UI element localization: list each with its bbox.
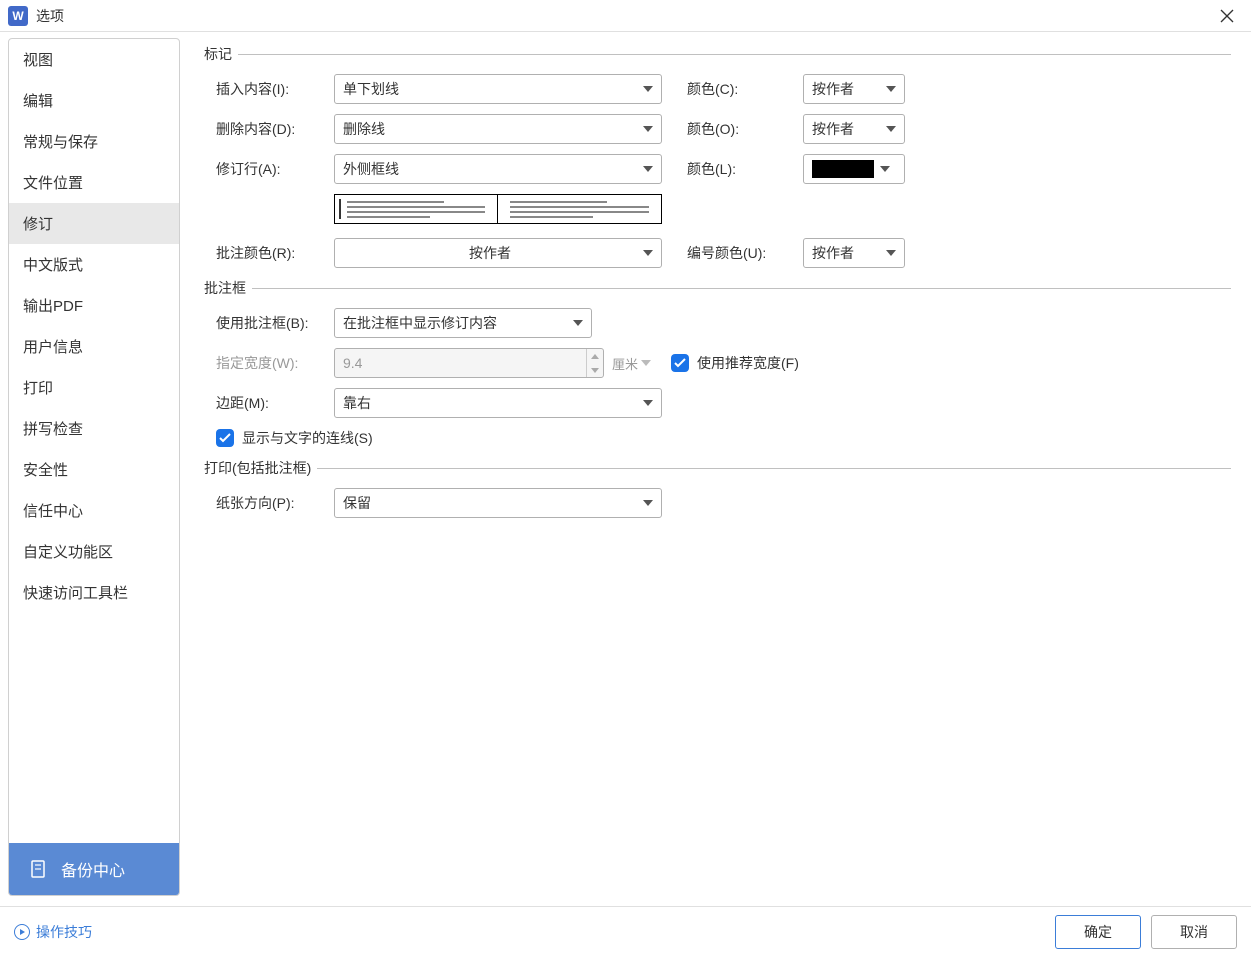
- close-icon: [1220, 9, 1234, 23]
- divider: [252, 288, 1231, 289]
- select-value: 按作者: [812, 79, 880, 99]
- app-icon: W: [8, 6, 28, 26]
- select-value: 在批注框中显示修订内容: [343, 313, 567, 333]
- sidebar-item-view[interactable]: 视图: [9, 39, 179, 80]
- use-balloon-select[interactable]: 在批注框中显示修订内容: [334, 308, 592, 338]
- chevron-down-icon: [886, 250, 896, 256]
- backup-center-label: 备份中心: [61, 857, 125, 881]
- show-lines-label: 显示与文字的连线(S): [242, 428, 373, 448]
- show-lines-checkbox[interactable]: [216, 429, 234, 447]
- sidebar-item-quick-access[interactable]: 快速访问工具栏: [9, 572, 179, 613]
- titlebar: W 选项: [0, 0, 1251, 32]
- insert-content-label: 插入内容(I):: [216, 79, 334, 99]
- select-value: 按作者: [812, 243, 880, 263]
- chevron-down-icon: [643, 166, 653, 172]
- comment-color-select[interactable]: 按作者: [334, 238, 662, 268]
- check-icon: [674, 358, 686, 368]
- divider: [238, 54, 1231, 55]
- sidebar-item-print[interactable]: 打印: [9, 367, 179, 408]
- use-recommended-width-label: 使用推荐宽度(F): [697, 353, 799, 373]
- sidebar-item-general-save[interactable]: 常规与保存: [9, 121, 179, 162]
- width-unit-select: 厘米: [608, 348, 656, 378]
- section-balloon-header: 批注框: [204, 278, 1231, 298]
- chevron-down-icon: [880, 166, 890, 172]
- sidebar-item-security[interactable]: 安全性: [9, 449, 179, 490]
- select-value: 单下划线: [343, 79, 637, 99]
- spinner-up: [587, 349, 603, 363]
- divider: [317, 468, 1231, 469]
- chevron-down-icon: [643, 86, 653, 92]
- spinner-down: [587, 363, 603, 377]
- revision-line-color-select[interactable]: [803, 154, 905, 184]
- chevron-down-icon: [643, 500, 653, 506]
- orientation-label: 纸张方向(P):: [216, 493, 334, 513]
- sidebar-item-spellcheck[interactable]: 拼写检查: [9, 408, 179, 449]
- comment-color-label: 批注颜色(R):: [216, 243, 334, 263]
- revision-line-label: 修订行(A):: [216, 159, 334, 179]
- chevron-down-icon: [886, 126, 896, 132]
- select-value: 删除线: [343, 119, 637, 139]
- ok-button[interactable]: 确定: [1055, 915, 1141, 949]
- tips-link[interactable]: 操作技巧: [14, 922, 92, 942]
- delete-color-select[interactable]: 按作者: [803, 114, 905, 144]
- sidebar-item-chinese-layout[interactable]: 中文版式: [9, 244, 179, 285]
- section-balloon-title: 批注框: [204, 278, 246, 298]
- sidebar-item-user-info[interactable]: 用户信息: [9, 326, 179, 367]
- chevron-down-icon: [643, 250, 653, 256]
- width-spinner: 9.4: [334, 348, 604, 378]
- close-button[interactable]: [1211, 2, 1243, 30]
- width-label: 指定宽度(W):: [216, 353, 334, 373]
- chevron-down-icon: [641, 360, 651, 366]
- revision-line-select[interactable]: 外侧框线: [334, 154, 662, 184]
- delete-content-label: 删除内容(D):: [216, 119, 334, 139]
- preview-left: [334, 194, 498, 224]
- sidebar-item-edit[interactable]: 编辑: [9, 80, 179, 121]
- margin-select[interactable]: 靠右: [334, 388, 662, 418]
- sidebar-item-customize-ribbon[interactable]: 自定义功能区: [9, 531, 179, 572]
- margin-label: 边距(M):: [216, 393, 334, 413]
- play-circle-icon: [14, 924, 30, 940]
- number-color-label: 编号颜色(U):: [687, 243, 803, 263]
- section-print-header: 打印(包括批注框): [204, 458, 1231, 478]
- sidebar-item-revision[interactable]: 修订: [9, 203, 179, 244]
- window-title: 选项: [36, 6, 1211, 26]
- color-swatch-black: [812, 160, 874, 178]
- section-print-title: 打印(包括批注框): [204, 458, 311, 478]
- chevron-down-icon: [643, 126, 653, 132]
- sidebar: 视图 编辑 常规与保存 文件位置 修订 中文版式 输出PDF 用户信息 打印 拼…: [8, 38, 180, 896]
- insert-content-select[interactable]: 单下划线: [334, 74, 662, 104]
- unit-value: 厘米: [612, 354, 638, 373]
- backup-icon: [29, 859, 49, 879]
- section-mark-title: 标记: [204, 44, 232, 64]
- orientation-select[interactable]: 保留: [334, 488, 662, 518]
- tips-label: 操作技巧: [36, 922, 92, 942]
- section-mark-header: 标记: [204, 44, 1231, 64]
- sidebar-item-trust-center[interactable]: 信任中心: [9, 490, 179, 531]
- revision-line-color-label: 颜色(L):: [687, 159, 803, 179]
- select-value: 按作者: [343, 243, 637, 263]
- use-recommended-width-checkbox[interactable]: [671, 354, 689, 372]
- backup-center-button[interactable]: 备份中心: [9, 843, 179, 895]
- sidebar-item-output-pdf[interactable]: 输出PDF: [9, 285, 179, 326]
- chevron-down-icon: [643, 400, 653, 406]
- delete-content-select[interactable]: 删除线: [334, 114, 662, 144]
- use-balloon-label: 使用批注框(B):: [216, 313, 334, 333]
- insert-color-label: 颜色(C):: [687, 79, 803, 99]
- select-value: 外侧框线: [343, 159, 637, 179]
- delete-color-label: 颜色(O):: [687, 119, 803, 139]
- content-panel: 标记 插入内容(I): 单下划线 颜色(C): 按作者 删除内容(D): 删除线: [184, 32, 1251, 902]
- chevron-down-icon: [886, 86, 896, 92]
- select-value: 保留: [343, 493, 637, 513]
- number-color-select[interactable]: 按作者: [803, 238, 905, 268]
- width-value: 9.4: [335, 355, 586, 371]
- footer: 操作技巧 确定 取消: [0, 906, 1251, 956]
- select-value: 靠右: [343, 393, 637, 413]
- check-icon: [219, 433, 231, 443]
- chevron-down-icon: [573, 320, 583, 326]
- select-value: 按作者: [812, 119, 880, 139]
- cancel-button[interactable]: 取消: [1151, 915, 1237, 949]
- insert-color-select[interactable]: 按作者: [803, 74, 905, 104]
- preview-right: [498, 194, 662, 224]
- sidebar-item-file-location[interactable]: 文件位置: [9, 162, 179, 203]
